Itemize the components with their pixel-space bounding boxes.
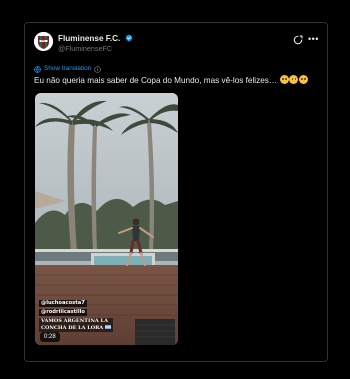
x-logo-icon[interactable] (293, 35, 303, 45)
video-caption-line-2: CONCHA DE LA LORA (41, 325, 111, 332)
fluminense-crest-icon: FFC (34, 32, 53, 51)
show-translation-row[interactable]: Show translation (34, 64, 102, 74)
tweet-video[interactable]: @luchoacosta7 @rodriiicastillo VAMOS ARG… (35, 93, 178, 345)
info-icon[interactable] (94, 65, 102, 73)
author-name[interactable]: Fluminense F.C. (58, 34, 133, 44)
video-tag-2: @rodriiicastillo (39, 309, 87, 316)
author-avatar[interactable]: FFC (34, 32, 53, 51)
argentina-flag-icon (104, 325, 111, 329)
sweat-smile-emoji-icon (279, 75, 289, 84)
video-caption: VAMOS ARGENTINA LA CONCHA DE LA LORA (39, 318, 113, 332)
tweet-text-body: Eu não queria mais saber de Copa do Mund… (34, 76, 278, 85)
author-handle[interactable]: @FluminenseFC (58, 44, 112, 53)
sweat-smile-emoji-icon (298, 75, 308, 84)
author-name-text[interactable]: Fluminense F.C. (58, 34, 120, 43)
video-caption-line-2-text: CONCHA DE LA LORA (41, 325, 104, 331)
sweat-smile-emoji-icon (289, 75, 299, 84)
verified-badge-icon (125, 34, 132, 42)
embedded-tweet-card[interactable]: FFC Fluminense F.C. @FluminenseFC ••• Sh… (24, 22, 328, 362)
video-duration-badge: 0:28 (40, 332, 60, 342)
video-frame-scene (35, 93, 178, 345)
more-options-icon[interactable]: ••• (308, 33, 320, 45)
svg-text:FFC: FFC (41, 40, 46, 43)
show-translation-link[interactable]: Show translation (44, 64, 91, 74)
video-caption-line-1: VAMOS ARGENTINA LA (41, 318, 108, 324)
tweet-text: Eu não queria mais saber de Copa do Mund… (34, 74, 324, 87)
globe-icon (34, 65, 41, 73)
video-tag-1: @luchoacosta7 (39, 300, 87, 307)
